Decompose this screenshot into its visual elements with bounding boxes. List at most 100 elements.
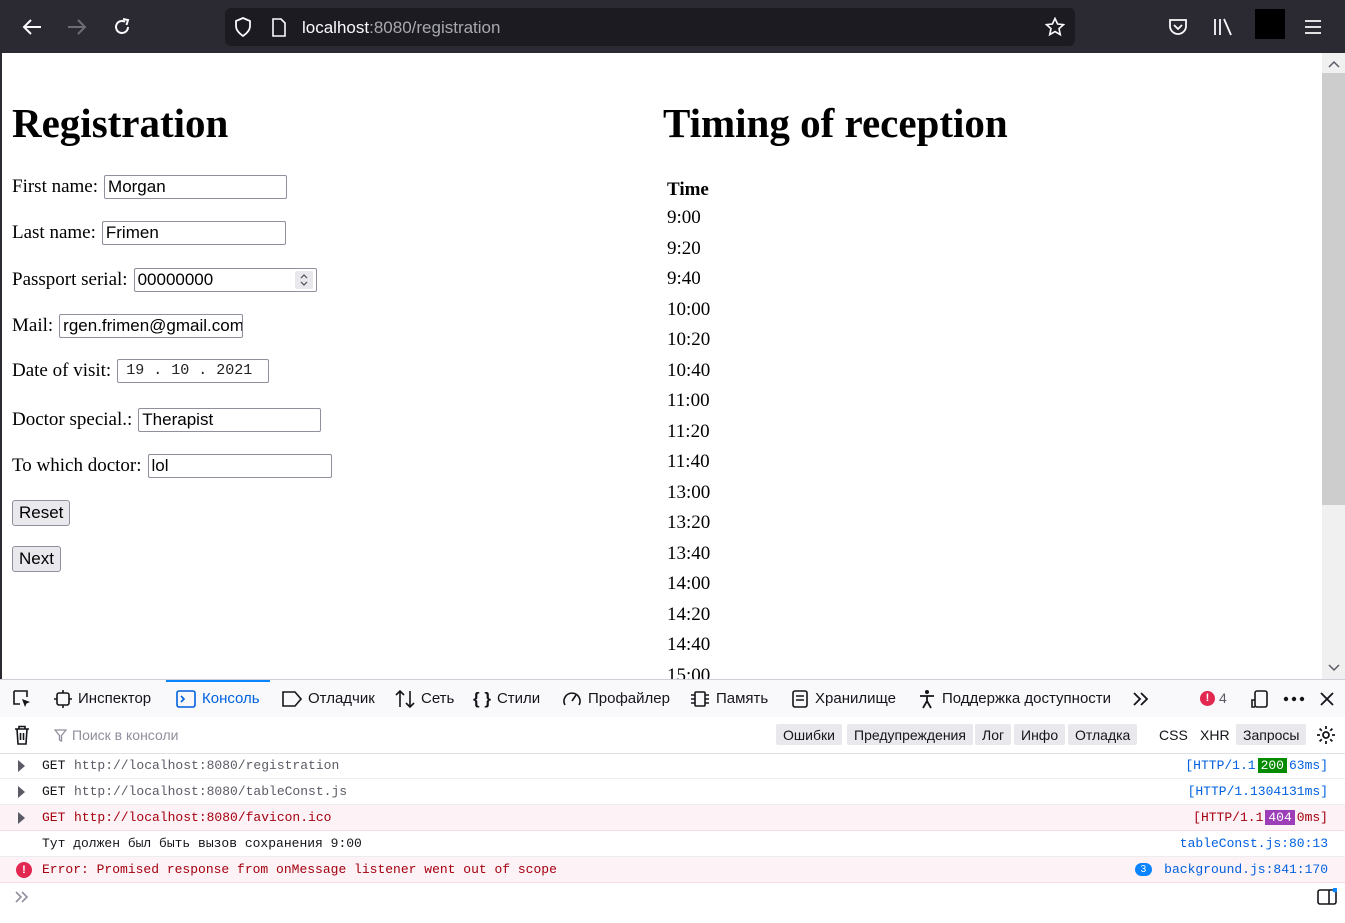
log-url[interactable]: http://localhost:8080/registration [74,758,339,773]
passport-input[interactable]: 00000000 [133,268,317,292]
inspector-icon [54,689,72,708]
time-slot[interactable]: 10:20 [667,329,710,360]
shield-icon[interactable] [233,17,253,37]
menu-icon[interactable] [1299,13,1327,41]
time-slot[interactable]: 13:40 [667,543,710,574]
page-icon[interactable] [269,17,289,37]
time-slot[interactable]: 14:40 [667,634,710,665]
filter-css[interactable]: CSS [1152,724,1195,745]
log-source-link[interactable]: tableConst.js:80:13 [1180,836,1328,851]
next-button[interactable]: Next [12,546,61,572]
url-bar[interactable]: localhost:8080/registration [225,8,1075,46]
log-row-favicon[interactable]: GET http://localhost:8080/favicon.ico [H… [0,805,1345,831]
filter-info[interactable]: Инфо [1014,724,1066,745]
time-slot[interactable]: 11:20 [667,421,710,452]
close-devtools-icon[interactable] [1320,680,1334,717]
log-meta: 3 background.js:841:170 [1134,862,1328,877]
browser-toolbar: localhost:8080/registration [0,0,1345,53]
time-slot[interactable]: 14:00 [667,573,710,604]
reload-icon[interactable] [108,13,136,41]
first-name-row: First name: Morgan [12,175,288,199]
log-row-message[interactable]: Тут должен был быть вызов сохранения 9:0… [0,831,1345,857]
console-settings-gear-icon[interactable] [1316,725,1336,750]
pocket-icon[interactable] [1164,13,1192,41]
time-slot[interactable]: 11:40 [667,451,710,482]
tab-accessibility[interactable]: Поддержка доступности [918,680,1111,717]
time-slot[interactable]: 9:40 [667,268,710,299]
log-row-registration[interactable]: GET http://localhost:8080/registration [… [0,753,1345,779]
filter-funnel-icon [54,728,67,742]
spin-up-icon[interactable] [300,274,308,279]
error-icon: ! [1200,690,1215,706]
tab-console[interactable]: Консоль [166,680,270,717]
log-url[interactable]: http://localhost:8080/tableConst.js [74,784,347,799]
mail-input[interactable]: rgen.frimen@gmail.com [59,314,244,338]
library-icon[interactable] [1209,13,1237,41]
filter-warnings[interactable]: Предупреждения [847,724,973,745]
time-slot[interactable]: 14:20 [667,604,710,635]
bookmark-star-icon[interactable] [1045,17,1065,37]
doctor-special-input[interactable]: Therapist [138,408,322,432]
tab-styles[interactable]: { } Стили [473,680,540,717]
last-name-input[interactable]: Frimen [101,221,286,245]
scroll-down-icon[interactable] [1326,661,1341,675]
filter-errors[interactable]: Ошибки [776,724,842,745]
time-slot[interactable]: 13:00 [667,482,710,513]
account-avatar[interactable] [1255,9,1285,39]
tab-debugger[interactable]: Отладчик [282,680,375,717]
date-input[interactable]: 19 . 10 . 2021 [117,359,270,383]
tab-storage[interactable]: Хранилище [791,680,896,717]
scroll-thumb[interactable] [1322,73,1345,505]
tab-profiler[interactable]: Профайлер [562,680,670,717]
forward-arrow-icon[interactable] [63,13,91,41]
error-counter[interactable]: ! 4 [1200,690,1227,706]
back-arrow-icon[interactable] [18,13,46,41]
filter-requests[interactable]: Запросы [1236,724,1307,745]
spin-down-icon[interactable] [300,281,308,286]
console-prompt-chevron-icon[interactable] [15,890,29,908]
expand-arrow-icon[interactable] [18,760,25,772]
time-slot[interactable]: 10:00 [667,299,710,330]
time-slot[interactable]: 9:20 [667,238,710,269]
expand-arrow-icon[interactable] [18,786,25,798]
sidebar-toggle-icon[interactable] [1317,887,1338,911]
dock-layout-icon[interactable] [1251,680,1271,717]
time-list: 9:00 9:20 9:40 10:00 10:20 10:40 11:00 11:20 11:… [667,207,710,679]
time-slot[interactable]: 9:00 [667,207,710,238]
tab-memory[interactable]: Память [690,680,768,717]
log-url[interactable]: http://localhost:8080/favicon.ico [74,810,331,825]
passport-value: 00000000 [137,270,214,289]
tab-inspector-label: Инспектор [78,690,152,707]
log-time: 131ms] [1281,784,1328,799]
scroll-up-icon[interactable] [1326,57,1341,71]
log-row-error[interactable]: ! Error: Promised response from onMessag… [0,857,1345,883]
element-picker-icon[interactable] [12,680,32,717]
trash-icon[interactable] [14,725,30,750]
expand-arrow-icon[interactable] [18,812,25,824]
console-search-input[interactable]: Поиск в консоли [54,727,178,743]
filter-xhr[interactable]: XHR [1193,724,1237,745]
accessibility-icon [918,689,936,709]
log-source-link[interactable]: background.js:841:170 [1164,862,1328,877]
time-slot[interactable]: 15:00 [667,665,710,680]
network-icon [395,689,415,708]
number-spinner[interactable] [294,271,313,289]
time-slot[interactable]: 13:20 [667,512,710,543]
tab-network[interactable]: Сеть [395,680,454,717]
log-row-tableconst[interactable]: GET http://localhost:8080/tableConst.js … [0,779,1345,805]
debugger-icon [282,690,302,707]
more-tabs-chevron-icon[interactable] [1132,680,1150,717]
first-name-input[interactable]: Morgan [104,175,288,199]
filter-log[interactable]: Лог [975,724,1012,745]
time-slot[interactable]: 10:40 [667,360,710,391]
tab-inspector[interactable]: Инспектор [54,680,151,717]
filter-debug[interactable]: Отладка [1068,724,1138,745]
more-options-icon[interactable] [1283,680,1305,717]
log-meta: [HTTP/1.1 404 0ms] [1193,810,1328,825]
doctor-input[interactable]: lol [147,454,332,478]
page-scrollbar[interactable] [1322,53,1345,679]
date-label: Date of visit: [12,360,112,381]
reset-button[interactable]: Reset [12,500,71,526]
url-text[interactable]: localhost:8080/registration [302,18,500,38]
time-slot[interactable]: 11:00 [667,390,710,421]
